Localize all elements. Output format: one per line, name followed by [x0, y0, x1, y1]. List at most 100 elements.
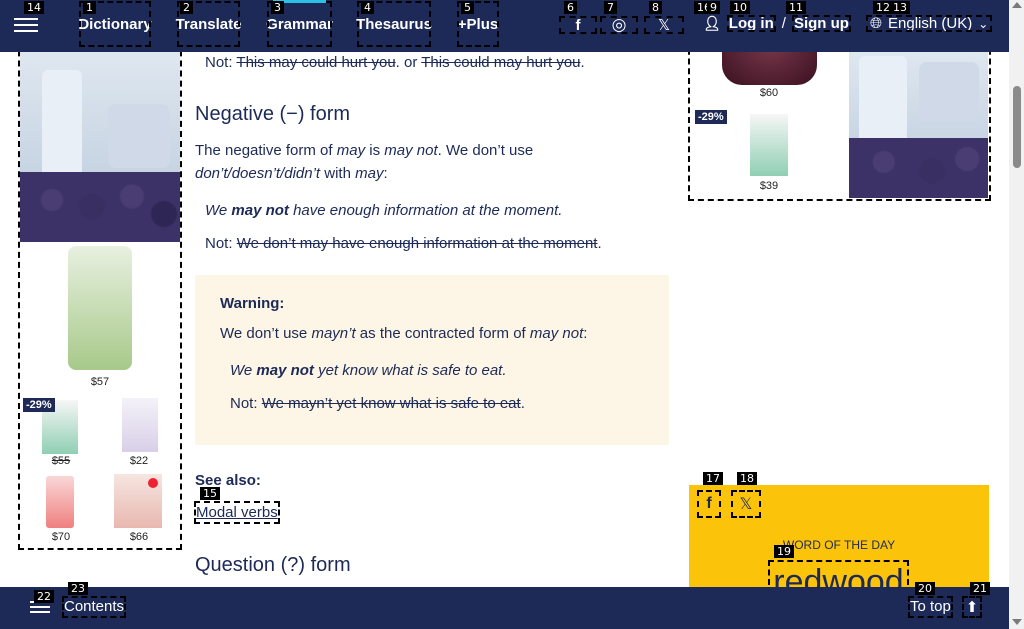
instagram-icon: ◎	[611, 15, 627, 34]
tag-label: 11	[786, 1, 806, 14]
text: yet know what is safe to eat.	[313, 362, 507, 379]
text: We don’t use	[220, 325, 312, 342]
tag-label: 7	[604, 1, 617, 14]
tag-label: 17	[703, 472, 723, 485]
tag-label: 2	[180, 1, 193, 14]
section-heading-question: Question (?) form	[195, 554, 351, 576]
bottom-bar: Contents To top ⬆︎	[0, 587, 1009, 629]
chevron-down-icon: ⌄	[978, 16, 989, 31]
emphasis: may not	[256, 362, 314, 379]
scroll-up-arrow-icon[interactable]	[1012, 2, 1022, 8]
discount-badge: -29%	[23, 398, 55, 412]
negative-explanation: The negative form of may is may not. We …	[195, 139, 665, 185]
term: mayn’t	[311, 325, 356, 342]
warning-title: Warning:	[220, 295, 285, 312]
scroll-down-arrow-icon[interactable]	[1012, 619, 1022, 625]
warning-text: We don’t use mayn’t as the contracted fo…	[220, 322, 587, 345]
ad-price: $22	[129, 455, 149, 467]
top-navigation-bar: 14 Dictionary 1 Translate 2 Grammar 3 Th…	[0, 0, 1009, 52]
nav-item-label: +Plus	[457, 15, 499, 33]
tag-label: 10	[730, 1, 750, 14]
facebook-share-button[interactable]: f	[697, 490, 721, 518]
text: :	[583, 325, 588, 342]
hamburger-menu-button[interactable]	[14, 14, 38, 34]
example-sentence-2: We may not yet know what is safe to eat.	[230, 362, 507, 379]
strikethrough-example: This may could hurt you	[236, 54, 396, 71]
example-sentence-1: We may not have enough information at th…	[205, 202, 562, 219]
facebook-icon: f	[706, 495, 712, 512]
strikethrough-example: We don’t may have enough information at …	[236, 235, 598, 252]
x-twitter-icon: 𝕏	[739, 496, 753, 513]
nav-item-label: Thesaurus	[356, 15, 432, 33]
ad-hero-image[interactable]	[20, 52, 180, 242]
page-scrollbar[interactable]	[1009, 0, 1024, 629]
section-heading-negative: Negative (−) form	[195, 103, 351, 125]
ad-product-image[interactable]	[46, 476, 74, 528]
ad-price: $60	[759, 87, 779, 99]
incorrect-example-3: Not: We mayn’t yet know what is safe to …	[230, 395, 525, 412]
x-share-button[interactable]: 𝕏	[731, 490, 761, 518]
ad-product-image[interactable]	[122, 398, 158, 452]
tag-label: 6	[564, 1, 577, 14]
tag-label: 21	[970, 582, 990, 595]
tag-label: 13	[890, 1, 910, 14]
ad-price: $55	[51, 455, 71, 467]
tag-label: 20	[915, 582, 935, 595]
text: have enough information at the moment.	[288, 202, 563, 219]
login-link[interactable]: Log in	[726, 15, 776, 32]
ad-product-image[interactable]	[750, 114, 788, 176]
contents-button[interactable]: Contents	[62, 596, 127, 618]
incorrect-example-2: Not: We don’t may have enough informatio…	[205, 235, 602, 252]
tag-label: 4	[361, 1, 374, 14]
scrollbar-thumb[interactable]	[1013, 86, 1021, 168]
x-twitter-link[interactable]: 𝕏	[644, 16, 684, 34]
term: may	[336, 142, 366, 159]
login-area: 👤︎ Log in / Sign up	[703, 15, 851, 32]
strikethrough-example: This could may hurt you	[421, 54, 581, 71]
to-top-button[interactable]: To top	[908, 596, 953, 618]
globe-icon: 🌐︎	[870, 15, 883, 32]
tag-label: 18	[737, 472, 757, 485]
warning-box: Warning: We don’t use mayn’t as the cont…	[195, 275, 669, 445]
discount-badge: -29%	[695, 110, 727, 124]
text: The negative form of	[195, 142, 337, 159]
x-twitter-icon: 𝕏	[657, 17, 671, 34]
text: as the contracted form of	[355, 325, 530, 342]
tag-label: 22	[34, 590, 54, 603]
login-separator: /	[781, 15, 786, 32]
tag-label: 3	[271, 1, 284, 14]
text: We	[230, 362, 257, 379]
facebook-icon: f	[575, 16, 581, 34]
or-text: . or	[395, 54, 418, 71]
nav-item-label: Translate	[175, 15, 242, 33]
instagram-link[interactable]: ◎	[600, 15, 638, 34]
tag-label: 15	[200, 487, 220, 500]
period: .	[597, 235, 602, 252]
tag-label: 1	[83, 1, 96, 14]
period: .	[520, 395, 525, 412]
arrow-up-circle-icon[interactable]: ⬆︎	[962, 596, 982, 618]
tag-label: 23	[68, 582, 88, 595]
modal-verbs-link[interactable]: Modal verbs	[194, 501, 280, 524]
text: is	[365, 142, 385, 159]
ad-price: $39	[759, 180, 779, 192]
term: may not	[529, 325, 584, 342]
strikethrough-example: We mayn’t yet know what is safe to eat	[261, 395, 521, 412]
ad-product-image[interactable]	[114, 474, 162, 528]
signup-link[interactable]: Sign up	[791, 15, 851, 32]
text: We	[205, 202, 232, 219]
not-prefix: Not:	[205, 54, 233, 71]
tag-label: 9	[707, 1, 720, 14]
facebook-link[interactable]: f	[559, 16, 597, 34]
ad-product-image[interactable]	[68, 246, 132, 370]
nav-item-label: Grammar	[266, 15, 333, 33]
incorrect-example-1: Not: This may could hurt you. or This co…	[205, 54, 585, 71]
ad-hero-image[interactable]	[849, 52, 988, 198]
ad-price: $57	[90, 376, 110, 388]
term: may not	[384, 142, 438, 159]
language-selector[interactable]: 🌐︎ English (UK) ⌄	[866, 15, 993, 32]
left-advertisement[interactable]: $57 -29% $55 $22 $70 $66	[18, 0, 182, 550]
text: . We don’t use	[437, 142, 534, 159]
nav-item-label: Dictionary	[78, 15, 152, 33]
not-prefix: Not:	[230, 395, 258, 412]
